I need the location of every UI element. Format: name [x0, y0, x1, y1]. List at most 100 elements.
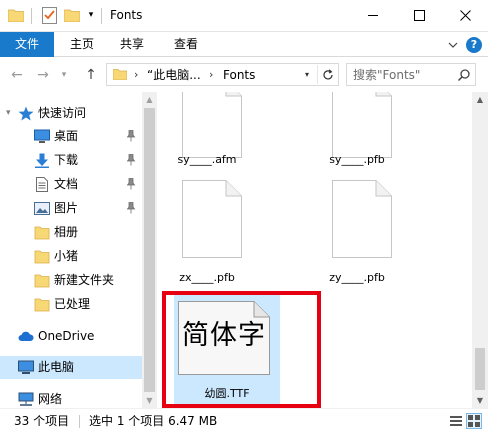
scroll-thumb[interactable]: [475, 348, 485, 390]
breadcrumb-chevron[interactable]: ›: [134, 67, 138, 83]
maximize-button[interactable]: [396, 0, 442, 30]
sidebar-item-label: 小猪: [54, 249, 79, 263]
folder-icon: [113, 69, 127, 80]
folder-icon: [34, 274, 50, 288]
sidebar-item-label: 快速访问: [38, 106, 87, 120]
details-view-button[interactable]: [448, 413, 464, 429]
sidebar-item-desktop[interactable]: 桌面: [0, 125, 142, 148]
sidebar-item-pictures[interactable]: 图片: [0, 197, 142, 220]
item-count: 33 个项目: [14, 414, 70, 428]
search-box[interactable]: 搜索"Fonts": [346, 63, 476, 86]
chevron-down-icon[interactable]: ▾: [6, 107, 16, 119]
quick-access-dropdown[interactable]: ▾: [86, 10, 96, 20]
sidebar-item-label: 桌面: [54, 129, 79, 143]
download-icon: [35, 153, 49, 168]
sidebar-item-label: 已处理: [54, 297, 91, 311]
sidebar-item-label: 下载: [54, 153, 79, 167]
scroll-up-arrow[interactable]: ▲: [472, 92, 488, 107]
tab-view[interactable]: 查看: [164, 32, 208, 57]
desktop-icon: [34, 129, 50, 143]
ribbon-tabs: 文件 主页 共享 查看 ?: [0, 32, 488, 57]
sidebar-item-album[interactable]: 相册: [0, 221, 142, 244]
sidebar-item-label: 新建文件夹: [54, 273, 115, 287]
new-folder-icon[interactable]: [64, 8, 80, 22]
file-list-scrollbar[interactable]: ▲ ▼: [472, 92, 488, 408]
recent-locations-button[interactable]: ▾: [58, 66, 70, 84]
address-row: ← → ▾ ↑ › “此电脑... › Fonts ▾ 搜索"Fonts": [0, 58, 488, 91]
file-icon: [332, 180, 392, 258]
pin-icon[interactable]: [126, 178, 136, 190]
file-name: sy____.afm: [177, 153, 237, 166]
scroll-down-arrow[interactable]: ▼: [472, 393, 488, 408]
details-view-icon: [450, 416, 462, 426]
status-separator: [79, 415, 80, 428]
refresh-icon: [322, 68, 333, 79]
file-icon: [182, 92, 242, 158]
minimize-button[interactable]: [350, 0, 396, 30]
close-button[interactable]: [442, 0, 488, 30]
up-button[interactable]: ↑: [82, 66, 100, 84]
pin-icon[interactable]: [126, 154, 136, 166]
status-bar: 33 个项目 选中 1 个项目 6.47 MB: [0, 408, 488, 433]
search-placeholder[interactable]: 搜索"Fonts": [353, 67, 420, 83]
back-button[interactable]: ←: [8, 66, 26, 84]
sidebar-item-label: 网络: [38, 392, 63, 406]
sidebar-item-this-pc[interactable]: 此电脑: [0, 356, 142, 379]
folder-icon: [34, 250, 50, 264]
documents-icon: [36, 177, 48, 192]
sidebar-item-downloads[interactable]: 下载: [0, 149, 142, 172]
close-icon: [459, 9, 471, 21]
address-dropdown[interactable]: ▾: [300, 68, 314, 82]
sidebar-item-label: 文档: [54, 177, 79, 191]
folder-icon: [34, 298, 50, 312]
scroll-thumb[interactable]: [144, 108, 155, 392]
pin-icon[interactable]: [126, 202, 136, 214]
cloud-icon: [18, 331, 34, 341]
large-icons-view-icon: [468, 415, 480, 427]
tab-share[interactable]: 共享: [110, 32, 154, 57]
network-icon: [18, 392, 34, 406]
star-icon: [18, 106, 34, 121]
properties-icon[interactable]: [42, 7, 57, 24]
sidebar-item-label: OneDrive: [38, 329, 95, 343]
file-icon: [332, 92, 392, 158]
file-name: sy____.pfb: [329, 153, 385, 166]
folder-icon: [34, 226, 50, 240]
breadcrumb-this-pc[interactable]: “此电脑...: [147, 67, 201, 83]
address-bar[interactable]: › “此电脑... › Fonts ▾: [106, 63, 339, 86]
folder-icon: [8, 9, 24, 22]
title-bar: ▾ Fonts: [0, 0, 488, 32]
search-icon[interactable]: [457, 68, 471, 82]
refresh-button[interactable]: [317, 65, 337, 84]
sidebar-item-new-folder[interactable]: 新建文件夹: [0, 269, 142, 292]
breadcrumb-fonts[interactable]: Fonts: [223, 67, 255, 83]
toolbar-separator: [101, 8, 102, 24]
navigation-pane-scrollbar[interactable]: ▲ ▼: [142, 92, 157, 408]
chevron-down-icon[interactable]: [446, 38, 460, 52]
file-icon: [182, 180, 242, 258]
minimize-icon: [367, 14, 378, 16]
sidebar-item-processed[interactable]: 已处理: [0, 293, 142, 316]
sidebar-item-label: 相册: [54, 225, 79, 239]
forward-button[interactable]: →: [34, 66, 52, 84]
breadcrumb-chevron[interactable]: ›: [209, 67, 213, 83]
sidebar-item-xiaozhu[interactable]: 小猪: [0, 245, 142, 268]
scroll-down-arrow[interactable]: ▼: [142, 393, 157, 408]
sidebar-item-documents[interactable]: 文档: [0, 173, 142, 196]
scroll-up-arrow[interactable]: ▲: [142, 92, 157, 107]
sidebar-item-network[interactable]: 网络: [0, 388, 142, 408]
sidebar-item-label: 此电脑: [38, 360, 75, 374]
file-item[interactable]: zx____.pfb: [162, 176, 252, 292]
highlight-annotation: [162, 291, 321, 408]
sidebar-item-label: 图片: [54, 201, 79, 215]
file-name: zy____.pfb: [329, 271, 385, 284]
help-button[interactable]: ?: [466, 37, 482, 53]
file-item[interactable]: zy____.pfb: [312, 176, 402, 292]
tab-home[interactable]: 主页: [60, 32, 104, 57]
tab-file[interactable]: 文件: [0, 32, 54, 57]
sidebar-item-onedrive[interactable]: OneDrive: [0, 325, 142, 348]
large-icons-view-button[interactable]: [466, 413, 482, 429]
toolbar-separator: [31, 8, 32, 24]
sidebar-item-quick-access[interactable]: ▾ 快速访问: [0, 102, 142, 125]
pin-icon[interactable]: [126, 130, 136, 142]
